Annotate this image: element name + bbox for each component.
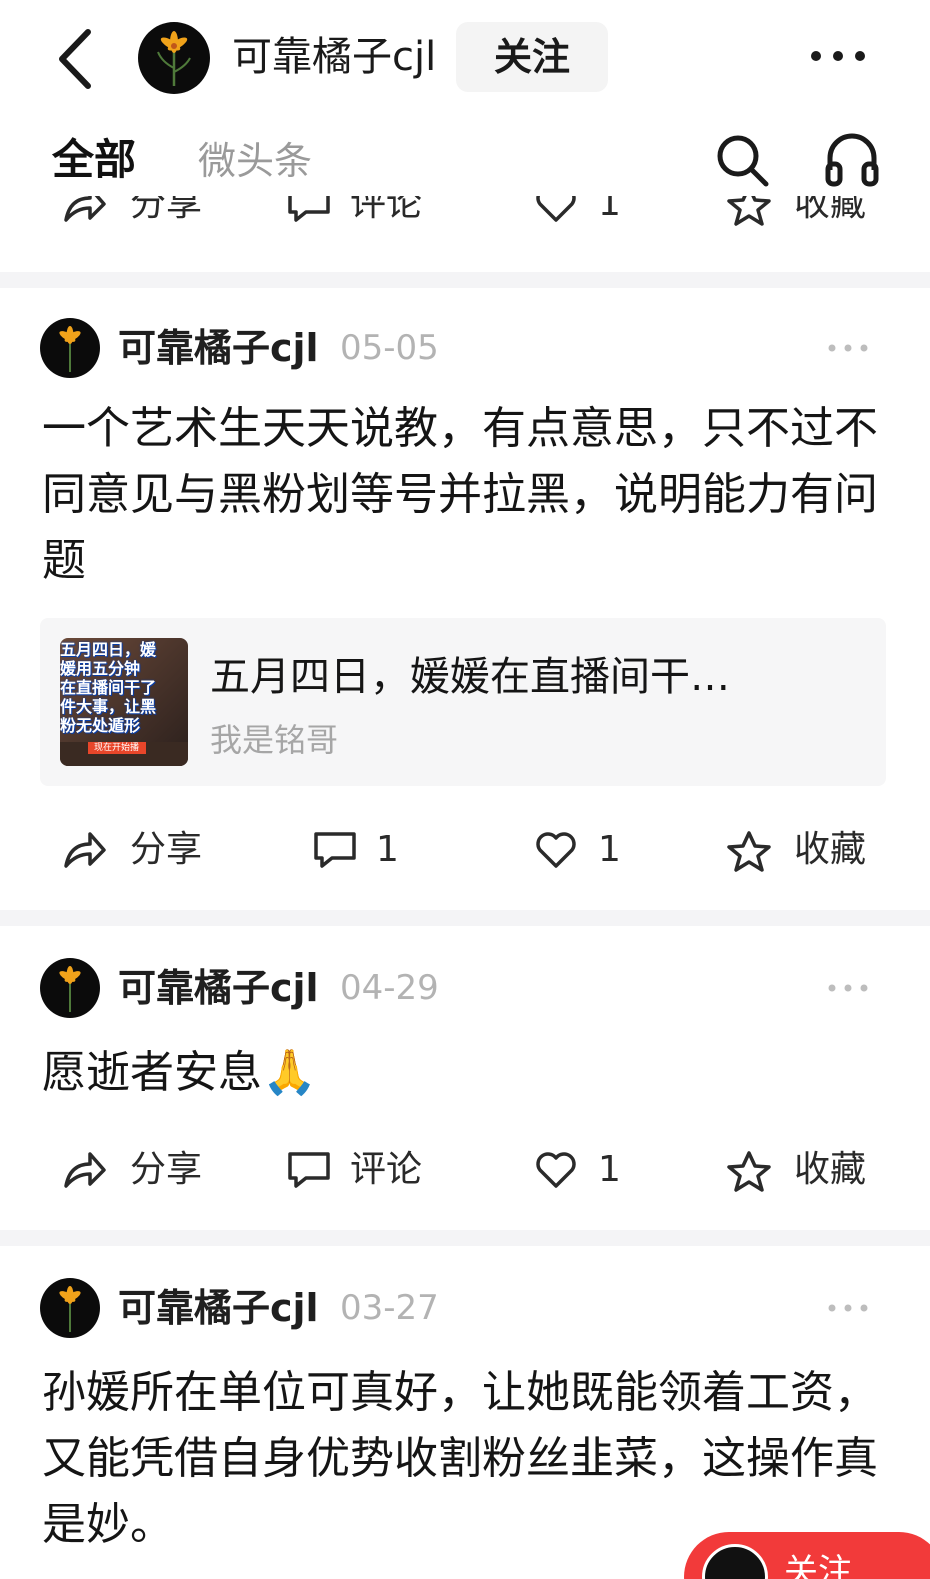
article-source: 我是铭哥 [210, 721, 339, 759]
star-icon [727, 831, 771, 872]
back-arrow-icon[interactable] [52, 24, 102, 94]
like-action[interactable]: 1 [534, 196, 634, 234]
previous-post-actions: 分享 评论 1 收藏 [0, 196, 930, 240]
share-button[interactable]: 分享 [62, 1140, 212, 1200]
share-action[interactable]: 分享 [62, 196, 212, 234]
floating-follow-label: 关注 [784, 1552, 852, 1579]
comment-icon [288, 1152, 330, 1188]
shared-article-card[interactable]: 五月四日，媛 媛用五分钟 在直播间干了 件大事，让黑 粉无处遁形 现在开始播 五… [40, 618, 886, 786]
star-icon [727, 1151, 771, 1192]
share-label: 分享 [130, 829, 203, 870]
thumbnail-text-line: 五月四日，媛 [60, 640, 157, 659]
share-icon [64, 832, 106, 868]
comment-button[interactable]: 评论 [286, 1140, 436, 1200]
divider [0, 272, 930, 288]
favorite-label: 收藏 [794, 196, 867, 224]
avatar[interactable] [40, 1278, 100, 1338]
tab-micro-headlines[interactable]: 微头条 [198, 134, 312, 188]
post-author[interactable]: 可靠橘子cjl [118, 962, 319, 1014]
share-icon [64, 196, 106, 222]
feed-post[interactable]: 可靠橘子cjl 03-27 孙媛所在单位可真好，让她既能领着工资，又能凭借自身优… [0, 1246, 930, 1579]
share-label: 分享 [130, 196, 203, 224]
thumbnail-text-line: 粉无处遁形 [60, 716, 141, 735]
like-count: 1 [598, 196, 621, 224]
more-dots-icon[interactable] [806, 36, 870, 76]
post-actions: 分享 1 1 收藏 [0, 820, 930, 880]
divider [0, 910, 930, 926]
article-title: 五月四日，媛媛在直播间干… [210, 654, 730, 700]
post-date: 05-05 [340, 328, 439, 368]
comment-icon [314, 832, 356, 868]
like-button[interactable]: 1 [534, 1140, 634, 1200]
heart-icon [536, 196, 576, 222]
feed-post[interactable]: 可靠橘子cjl 04-29 愿逝者安息🙏 分享 评论 1 收藏 [0, 926, 930, 1230]
feed-post[interactable]: 可靠橘子cjl 05-05 一个艺术生天天说教，有点意思，只不过不同意见与黑粉划… [0, 288, 930, 910]
more-dots-icon[interactable] [826, 1300, 870, 1316]
article-thumbnail: 五月四日，媛 媛用五分钟 在直播间干了 件大事，让黑 粉无处遁形 现在开始播 [60, 638, 188, 766]
profile-username: 可靠橘子cjl [232, 34, 437, 80]
comment-icon [288, 196, 330, 222]
favorite-button[interactable]: 收藏 [726, 820, 876, 880]
post-date: 04-29 [340, 968, 439, 1008]
share-label: 分享 [130, 1149, 203, 1190]
post-text: 愿逝者安息🙏 [42, 1040, 892, 1106]
avatar[interactable] [40, 958, 100, 1018]
comment-label: 评论 [350, 196, 423, 224]
follow-button[interactable]: 关注 [456, 22, 608, 92]
post-text: 一个艺术生天天说教，有点意思，只不过不同意见与黑粉划等号并拉黑，说明能力有问题 [42, 403, 878, 586]
favorite-label: 收藏 [794, 1149, 867, 1190]
more-dots-icon[interactable] [826, 980, 870, 996]
more-dots-icon[interactable] [826, 340, 870, 356]
avatar[interactable] [40, 318, 100, 378]
post-date: 03-27 [340, 1288, 439, 1328]
heart-icon [536, 832, 576, 868]
favorite-action[interactable]: 收藏 [726, 196, 876, 234]
like-count: 1 [598, 829, 621, 870]
avatar[interactable] [138, 22, 210, 94]
comment-label: 评论 [350, 1149, 423, 1190]
search-icon[interactable] [714, 132, 770, 188]
share-icon [64, 1152, 106, 1188]
like-button[interactable]: 1 [534, 820, 634, 880]
post-text: 孙媛所在单位可真好，让她既能领着工资，又能凭借自身优势收割粉丝韭菜，这操作真是妙… [42, 1367, 878, 1550]
post-author[interactable]: 可靠橘子cjl [118, 322, 319, 374]
floating-follow-button[interactable]: 关注 [684, 1532, 930, 1579]
top-bar: 可靠橘子cjl 关注 [0, 0, 930, 115]
favorite-label: 收藏 [794, 829, 867, 870]
avatar [702, 1544, 768, 1579]
thumbnail-text-line: 媛用五分钟 [60, 659, 141, 678]
heart-icon [536, 1152, 576, 1188]
post-text-body: 愿逝者安息 [42, 1047, 262, 1098]
favorite-button[interactable]: 收藏 [726, 1140, 876, 1200]
thumbnail-live-label: 现在开始播 [94, 743, 140, 753]
tab-all[interactable]: 全部 [52, 132, 136, 188]
share-button[interactable]: 分享 [62, 820, 212, 880]
comment-action[interactable]: 评论 [286, 196, 436, 234]
thumbnail-text-line: 件大事，让黑 [60, 697, 157, 716]
headphone-icon[interactable] [824, 130, 880, 188]
comment-button[interactable]: 1 [312, 820, 412, 880]
divider [0, 1230, 930, 1246]
post-author[interactable]: 可靠橘子cjl [118, 1282, 319, 1334]
praying-hands-emoji: 🙏 [262, 1047, 317, 1098]
comment-count: 1 [376, 829, 399, 870]
thumbnail-text-line: 在直播间干了 [60, 678, 157, 697]
star-icon [727, 196, 771, 226]
post-actions: 分享 评论 1 收藏 [0, 1140, 930, 1200]
like-count: 1 [598, 1149, 621, 1190]
